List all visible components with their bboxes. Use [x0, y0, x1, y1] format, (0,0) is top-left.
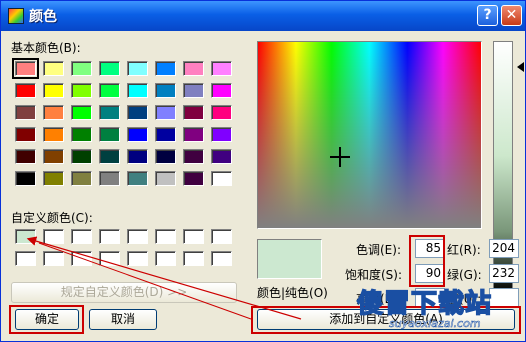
arrow-line-second — [38, 242, 252, 320]
watermark: 傻冒下载站 suyaoxiazai.com — [349, 283, 519, 335]
watermark-text: 傻冒下载站 — [356, 288, 493, 320]
color-dialog: 颜色 ? ✕ 基本颜色(B): 自定义颜色(C): 规定自定义颜色(D) >> … — [0, 0, 526, 342]
arrow-to-custom-color — [26, 236, 302, 320]
watermark-url: suyaoxiazai.com — [389, 317, 481, 331]
